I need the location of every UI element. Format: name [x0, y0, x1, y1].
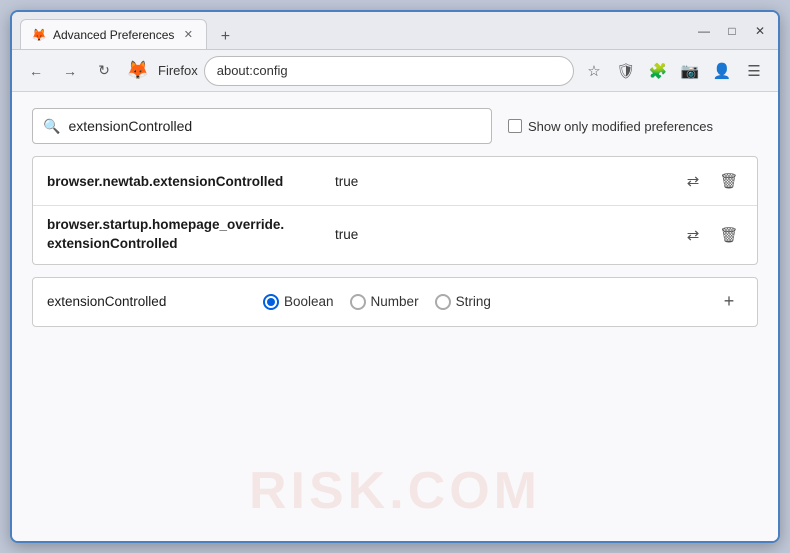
bookmark-icon[interactable]: ☆: [580, 57, 608, 85]
pref-name-line1: browser.startup.homepage_override.: [47, 216, 327, 235]
tab-label: Advanced Preferences: [53, 28, 174, 42]
camera-icon[interactable]: 📷: [676, 57, 704, 85]
table-row: browser.startup.homepage_override. exten…: [33, 206, 757, 264]
close-window-button[interactable]: ✕: [750, 21, 770, 41]
new-tab-button[interactable]: +: [213, 25, 237, 49]
add-pref-button[interactable]: +: [715, 288, 743, 316]
results-table: browser.newtab.extensionControlled true …: [32, 156, 758, 265]
forward-button[interactable]: →: [56, 57, 84, 85]
radio-boolean-label: Boolean: [284, 294, 334, 309]
pref-name-line2: extensionControlled: [47, 235, 327, 254]
active-tab[interactable]: 🦊 Advanced Preferences ✕: [20, 19, 207, 49]
maximize-button[interactable]: □: [722, 21, 742, 41]
tab-close-button[interactable]: ✕: [180, 27, 196, 43]
tab-favicon: 🦊: [31, 27, 47, 43]
watermark: RISK.COM: [249, 461, 541, 521]
url-text: about:config: [217, 63, 561, 78]
toggle-button[interactable]: ⇄: [679, 221, 707, 249]
toggle-button[interactable]: ⇄: [679, 167, 707, 195]
profile-icon[interactable]: 👤: [708, 57, 736, 85]
show-modified-area: Show only modified preferences: [508, 119, 713, 134]
delete-button[interactable]: 🗑: [715, 221, 743, 249]
radio-group: Boolean Number String: [263, 294, 699, 310]
row-actions: ⇄ 🗑: [679, 167, 743, 195]
toolbar-icons: ☆ 🛡 🧩 📷 👤 ☰: [580, 57, 768, 85]
search-section: 🔍 extensionControlled Show only modified…: [32, 108, 758, 144]
pref-name: browser.newtab.extensionControlled: [47, 174, 327, 189]
add-pref-row: extensionControlled Boolean Number Strin…: [32, 277, 758, 327]
radio-number-label: Number: [371, 294, 419, 309]
title-bar: 🦊 Advanced Preferences ✕ + — □ ✕: [12, 12, 778, 50]
pref-value: true: [335, 174, 671, 189]
delete-button[interactable]: 🗑: [715, 167, 743, 195]
url-bar[interactable]: about:config: [204, 56, 574, 86]
reload-button[interactable]: ↻: [90, 57, 118, 85]
radio-number[interactable]: Number: [350, 294, 419, 310]
radio-string[interactable]: String: [435, 294, 491, 310]
search-input[interactable]: extensionControlled: [68, 118, 481, 134]
menu-icon[interactable]: ☰: [740, 57, 768, 85]
row-actions: ⇄ 🗑: [679, 221, 743, 249]
search-icon: 🔍: [43, 118, 60, 135]
pref-name-multiline: browser.startup.homepage_override. exten…: [47, 216, 327, 254]
extension-icon[interactable]: 🧩: [644, 57, 672, 85]
firefox-logo-icon: 🦊: [124, 57, 152, 85]
back-button[interactable]: ←: [22, 57, 50, 85]
shield-icon[interactable]: 🛡: [612, 57, 640, 85]
new-pref-name: extensionControlled: [47, 294, 247, 309]
content-area: RISK.COM 🔍 extensionControlled Show only…: [12, 92, 778, 541]
radio-boolean[interactable]: Boolean: [263, 294, 334, 310]
radio-string-circle: [435, 294, 451, 310]
search-box[interactable]: 🔍 extensionControlled: [32, 108, 492, 144]
pref-value: true: [335, 227, 671, 242]
tab-area: 🦊 Advanced Preferences ✕ +: [20, 12, 682, 49]
firefox-tab-icon: 🦊: [32, 28, 47, 42]
minimize-button[interactable]: —: [694, 21, 714, 41]
browser-window: 🦊 Advanced Preferences ✕ + — □ ✕ ← → ↻ 🦊…: [10, 10, 780, 543]
radio-boolean-circle: [263, 294, 279, 310]
show-modified-checkbox[interactable]: [508, 119, 522, 133]
table-row: browser.newtab.extensionControlled true …: [33, 157, 757, 206]
radio-number-circle: [350, 294, 366, 310]
nav-bar: ← → ↻ 🦊 Firefox about:config ☆ 🛡 🧩 📷 👤 ☰: [12, 50, 778, 92]
show-modified-label: Show only modified preferences: [528, 119, 713, 134]
browser-name-label: Firefox: [158, 63, 198, 78]
radio-string-label: String: [456, 294, 491, 309]
window-controls: — □ ✕: [682, 21, 770, 41]
